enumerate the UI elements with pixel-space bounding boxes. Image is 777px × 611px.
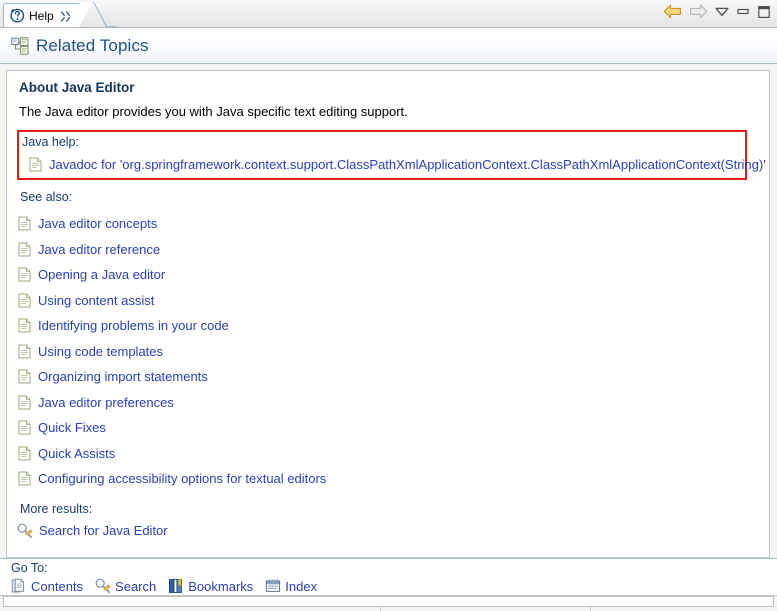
- see-also-link[interactable]: Using content assist: [38, 293, 154, 308]
- index-icon: [265, 578, 281, 594]
- status-bar-field: [3, 596, 774, 607]
- see-also-link[interactable]: Java editor reference: [38, 242, 160, 257]
- contents-icon: [11, 578, 27, 594]
- see-also-link[interactable]: Using code templates: [38, 344, 163, 359]
- goto-index-label: Index: [285, 578, 318, 594]
- tab-bar: Help: [0, 0, 777, 28]
- goto-bookmarks[interactable]: Bookmarks: [168, 578, 253, 594]
- goto-label: Go To:: [11, 561, 48, 575]
- goto-search[interactable]: Search: [95, 578, 156, 594]
- list-item[interactable]: Quick Assists: [7, 441, 769, 467]
- search-for-link[interactable]: Search for Java Editor: [39, 523, 168, 538]
- goto-search-label: Search: [115, 578, 157, 594]
- list-item[interactable]: Quick Fixes: [7, 415, 769, 441]
- document-icon: [18, 318, 31, 333]
- document-icon: [29, 157, 42, 172]
- help-question-icon: [10, 8, 25, 23]
- view-menu-chevron-icon[interactable]: [715, 7, 729, 17]
- more-results-label: More results:: [20, 501, 93, 516]
- minimize-icon[interactable]: [736, 7, 750, 17]
- goto-bookmarks-label: Bookmarks: [188, 578, 254, 594]
- list-item[interactable]: Using code templates: [7, 339, 769, 365]
- see-also-link[interactable]: Java editor preferences: [38, 395, 174, 410]
- see-also-link[interactable]: Quick Assists: [38, 446, 115, 461]
- view-toolbar: [663, 4, 771, 19]
- see-also-list: Java editor concepts Java editor referen…: [7, 211, 769, 492]
- goto-contents[interactable]: Contents: [11, 578, 83, 594]
- list-item[interactable]: Opening a Java editor: [7, 262, 769, 288]
- back-arrow-icon[interactable]: [663, 4, 682, 19]
- document-icon: [18, 242, 31, 257]
- see-also-link[interactable]: Configuring accessibility options for te…: [38, 471, 326, 486]
- list-item[interactable]: Identifying problems in your code: [7, 313, 769, 339]
- document-icon: [18, 216, 31, 231]
- list-item[interactable]: Java editor reference: [7, 237, 769, 263]
- tab-help[interactable]: Help: [3, 3, 92, 27]
- content-body: About Java Editor The Java editor provid…: [7, 71, 769, 539]
- see-also-link[interactable]: Quick Fixes: [38, 420, 106, 435]
- see-also-link[interactable]: Organizing import statements: [38, 369, 208, 384]
- document-icon: [18, 344, 31, 359]
- help-window: Help Related Topics About Java Editor Th…: [0, 0, 777, 611]
- see-also-link[interactable]: Opening a Java editor: [38, 267, 165, 282]
- list-item[interactable]: Java editor preferences: [7, 390, 769, 416]
- see-also-label: See also:: [20, 190, 73, 204]
- search-key-icon: [17, 523, 33, 539]
- forward-arrow-icon[interactable]: [689, 4, 708, 19]
- javadoc-link-row[interactable]: Javadoc for 'org.springframework.context…: [19, 155, 766, 174]
- see-also-link[interactable]: Identifying problems in your code: [38, 318, 229, 333]
- tab-trailing-edge: [93, 2, 117, 27]
- see-also-link[interactable]: Java editor concepts: [38, 216, 157, 231]
- list-item[interactable]: Organizing import statements: [7, 364, 769, 390]
- list-item[interactable]: Configuring accessibility options for te…: [7, 466, 769, 492]
- status-separator: [590, 606, 591, 611]
- page-title: Related Topics: [36, 35, 149, 55]
- document-icon: [18, 420, 31, 435]
- bookmarks-icon: [168, 578, 184, 594]
- related-topics-icon: [11, 36, 29, 55]
- document-icon: [18, 293, 31, 308]
- status-bar: [0, 595, 777, 611]
- more-results-list[interactable]: Search for Java Editor: [7, 523, 769, 539]
- java-help-highlight-box: Java help: Javadoc for 'org.springframew…: [17, 130, 766, 180]
- section-intro: The Java editor provides you with Java s…: [19, 104, 408, 119]
- goto-bar: Go To: Contents Search Bookmarks Index: [0, 558, 777, 595]
- close-x-icon[interactable]: [60, 10, 71, 22]
- content-frame: About Java Editor The Java editor provid…: [6, 70, 770, 558]
- document-icon: [18, 471, 31, 486]
- javadoc-link[interactable]: Javadoc for 'org.springframework.context…: [49, 157, 766, 172]
- document-icon: [18, 395, 31, 410]
- java-help-label: Java help:: [22, 135, 79, 149]
- list-item[interactable]: Using content assist: [7, 288, 769, 314]
- goto-links: Contents Search Bookmarks Index: [11, 578, 777, 594]
- list-item[interactable]: Java editor concepts: [7, 211, 769, 237]
- document-icon: [18, 369, 31, 384]
- status-separator: [380, 606, 381, 611]
- page-title-band: Related Topics: [0, 28, 777, 64]
- document-icon: [18, 267, 31, 282]
- goto-index[interactable]: Index: [265, 578, 317, 594]
- maximize-icon[interactable]: [757, 5, 771, 19]
- goto-contents-label: Contents: [31, 578, 84, 594]
- document-icon: [18, 446, 31, 461]
- section-heading: About Java Editor: [19, 80, 135, 95]
- search-key-icon: [95, 578, 111, 594]
- tab-label: Help: [29, 8, 54, 23]
